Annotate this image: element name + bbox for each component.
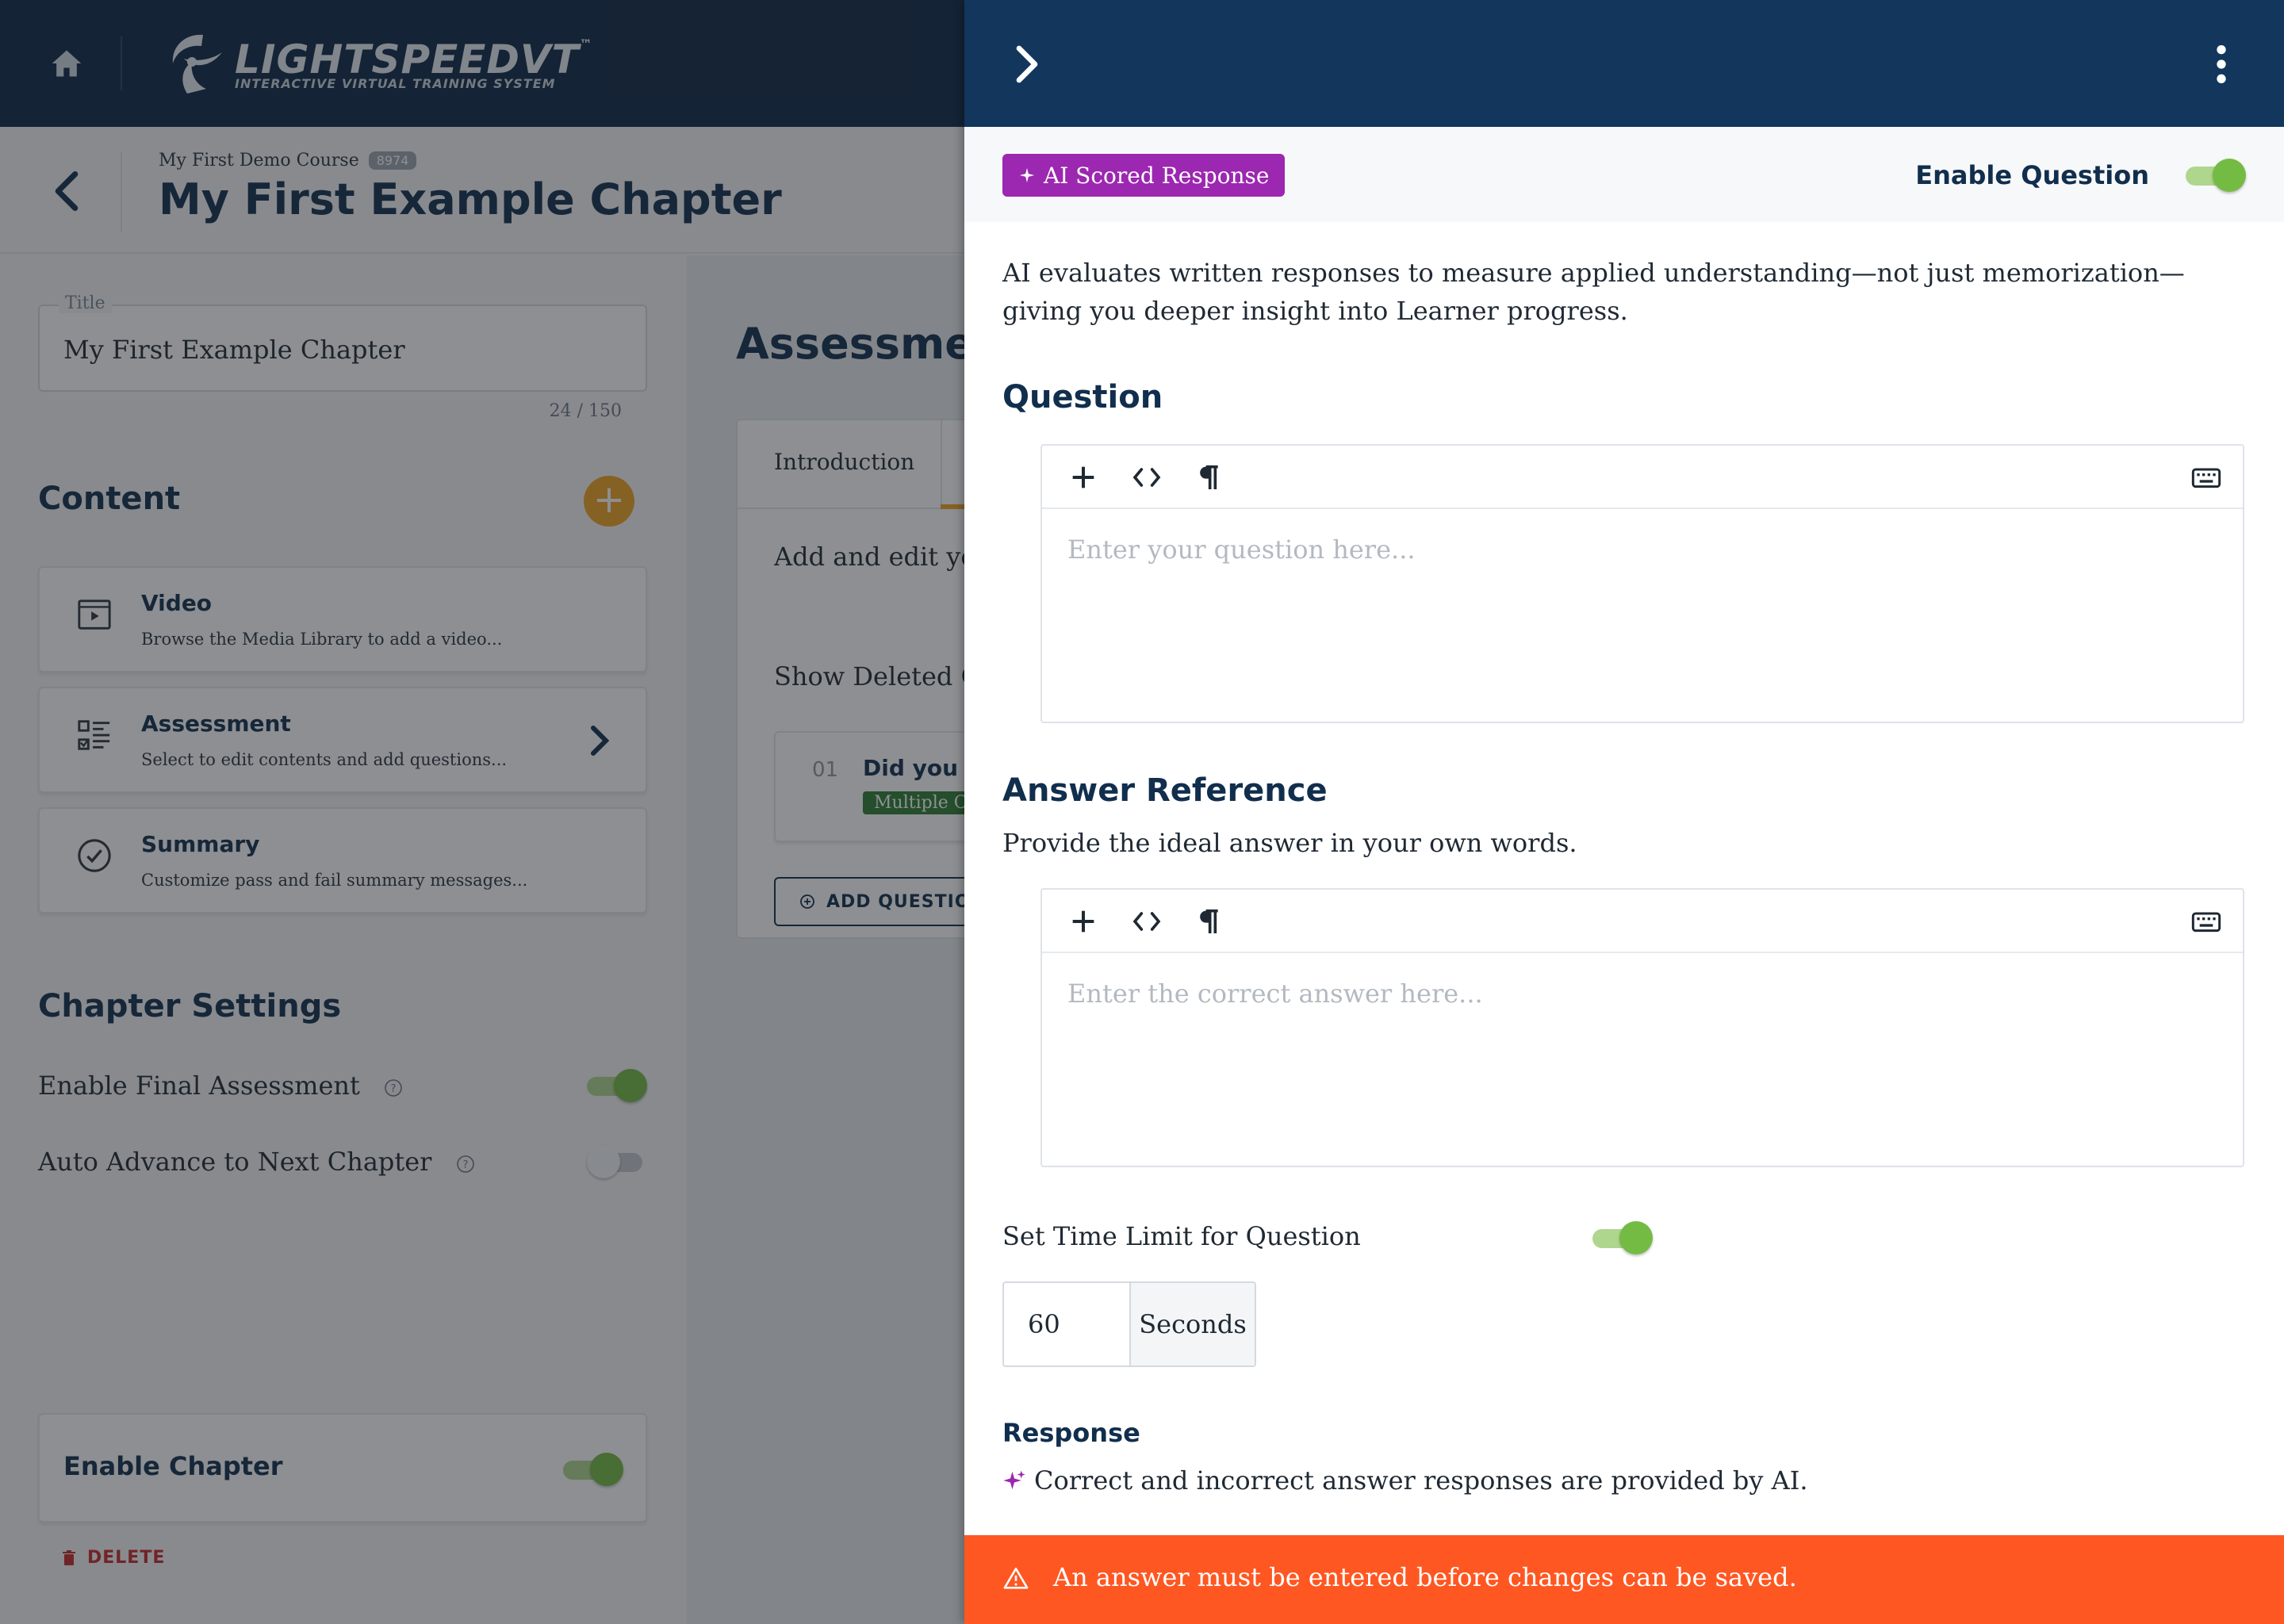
enable-question-label: Enable Question <box>1915 160 2149 190</box>
plus-icon[interactable] <box>1067 462 1099 493</box>
chevron-right-icon[interactable] <box>1014 44 1040 84</box>
toggle-knob <box>2213 159 2246 192</box>
answer-reference-heading: Answer Reference <box>1002 772 1328 809</box>
ai-scored-response-badge: AI Scored Response <box>1002 154 1286 197</box>
error-message: An answer must be entered before changes… <box>1053 1562 1797 1592</box>
editor-toolbar <box>1042 890 2243 953</box>
response-text: Correct and incorrect answer responses a… <box>1034 1465 1808 1496</box>
time-limit-unit: Seconds <box>1129 1281 1256 1367</box>
ai-description: AI evaluates written responses to measur… <box>1002 258 2185 326</box>
question-heading: Question <box>1002 379 1163 416</box>
plus-icon[interactable] <box>1067 906 1099 937</box>
answer-reference-help: Provide the ideal answer in your own wor… <box>1002 828 1577 858</box>
toggle-knob <box>1619 1221 1653 1254</box>
time-limit-label: Set Time Limit for Question <box>1002 1221 1361 1251</box>
answer-placeholder: Enter the correct answer here... <box>1067 979 1483 1009</box>
response-heading: Response <box>1002 1418 1140 1448</box>
drawer-header <box>964 0 2284 127</box>
modal-backdrop[interactable] <box>0 0 964 1624</box>
response-info: Correct and incorrect answer responses a… <box>1002 1465 1808 1496</box>
sparkle-icon <box>1019 167 1035 183</box>
question-editor[interactable]: Enter your question here... <box>1040 444 2244 723</box>
time-limit-input[interactable]: 60 <box>1002 1281 1131 1367</box>
keyboard-icon[interactable] <box>2190 462 2222 493</box>
question-placeholder: Enter your question here... <box>1067 534 1416 565</box>
more-options-icon[interactable] <box>2216 44 2227 84</box>
enable-question-toggle[interactable] <box>2186 157 2246 192</box>
keyboard-icon[interactable] <box>2190 906 2222 937</box>
sparkle-icon <box>1003 1470 1025 1490</box>
drawer-subheader: AI Scored Response Enable Question <box>964 127 2284 222</box>
ai-badge-label: AI Scored Response <box>1044 162 1270 189</box>
code-icon[interactable] <box>1131 462 1163 493</box>
time-limit-toggle[interactable] <box>1592 1220 1653 1254</box>
code-icon[interactable] <box>1131 906 1163 937</box>
answer-editor[interactable]: Enter the correct answer here... <box>1040 888 2244 1167</box>
warning-icon <box>1003 1567 1029 1589</box>
error-banner: An answer must be entered before changes… <box>964 1535 2284 1624</box>
paragraph-icon[interactable] <box>1193 462 1224 493</box>
question-editor-drawer: AI Scored Response Enable Question AI ev… <box>964 0 2284 1624</box>
editor-toolbar <box>1042 446 2243 509</box>
paragraph-icon[interactable] <box>1193 906 1224 937</box>
